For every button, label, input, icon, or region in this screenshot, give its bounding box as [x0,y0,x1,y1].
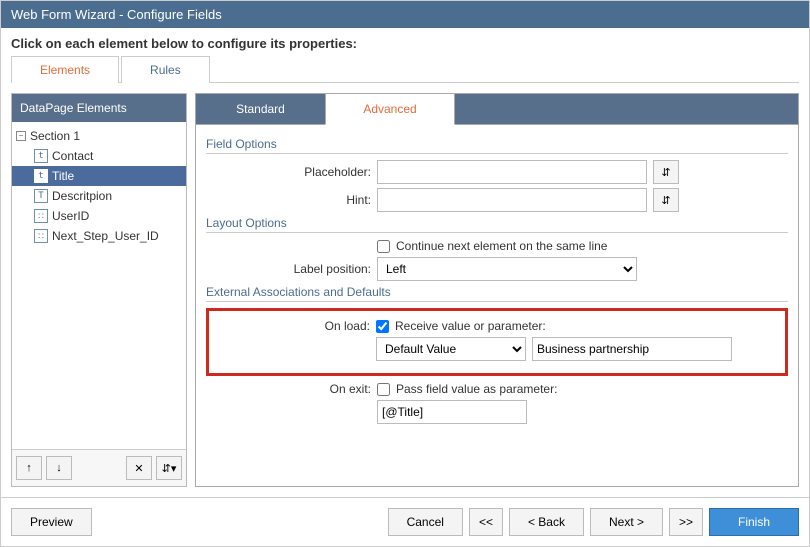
tab-advanced[interactable]: Advanced [325,93,455,125]
labelposition-label: Label position: [206,262,371,276]
tree-item-label: UserID [52,209,89,223]
placeholder-label: Placeholder: [206,165,371,179]
sidebar-header: DataPage Elements [12,94,186,122]
continue-label: Continue next element on the same line [396,239,607,253]
tree-item-title[interactable]: t Title [12,166,186,186]
tree-item-userid[interactable]: ∷ UserID [12,206,186,226]
onload-highlight-box: On load: Receive value or parameter: Def… [206,308,788,376]
collapse-icon[interactable]: − [16,131,26,141]
placeholder-input[interactable] [377,160,647,184]
insert-menu-button[interactable]: ⇵▾ [156,456,182,480]
tab-rules[interactable]: Rules [121,56,210,83]
pass-label: Pass field value as parameter: [396,382,557,396]
elements-tree: − Section 1 t Contact t Title T Descritp… [12,122,186,449]
insert-param-icon: ⇵ [661,166,670,179]
instructions-text: Click on each element below to configure… [1,28,809,55]
last-button[interactable]: >> [669,508,703,536]
text-field-icon: t [34,169,48,183]
tree-item-label: Contact [52,149,93,163]
first-button[interactable]: << [469,508,503,536]
config-panel: Standard Advanced Field Options Placehol… [195,93,799,487]
receive-label: Receive value or parameter: [395,319,546,333]
tab-filler [455,93,799,125]
tree-item-label: Descritpion [52,189,112,203]
hint-input[interactable] [377,188,647,212]
delete-button[interactable]: ✕ [126,456,152,480]
move-up-button[interactable]: ↑ [16,456,42,480]
hint-label: Hint: [206,193,371,207]
finish-button[interactable]: Finish [709,508,799,536]
placeholder-insert-button[interactable]: ⇵ [653,160,679,184]
main-tabs: Elements Rules [11,55,799,83]
onload-label: On load: [215,319,370,333]
section-field-options: Field Options [206,137,788,154]
insert-param-icon: ⇵ [661,194,670,207]
cancel-button[interactable]: Cancel [388,508,463,536]
window-title: Web Form Wizard - Configure Fields [1,1,809,28]
config-tabs: Standard Advanced [195,93,799,125]
pass-checkbox[interactable] [377,383,390,396]
tab-elements[interactable]: Elements [11,56,119,83]
insert-icon: ⇵▾ [162,462,177,475]
default-value-input[interactable] [532,337,732,361]
variable-field-icon: ∷ [34,209,48,223]
receive-checkbox[interactable] [376,320,389,333]
next-button[interactable]: Next > [590,508,663,536]
text-field-icon: t [34,149,48,163]
sidebar-button-bar: ↑ ↓ ✕ ⇵▾ [12,449,186,486]
tree-item-label: Next_Step_User_ID [52,229,159,243]
back-button[interactable]: < Back [509,508,584,536]
arrow-up-icon: ↑ [26,462,32,474]
section-external-assoc: External Associations and Defaults [206,285,788,302]
arrow-down-icon: ↓ [56,462,62,474]
onexit-label: On exit: [206,382,371,396]
elements-sidebar: DataPage Elements − Section 1 t Contact … [11,93,187,487]
move-down-button[interactable]: ↓ [46,456,72,480]
pass-param-input[interactable] [377,400,527,424]
tab-standard[interactable]: Standard [195,93,325,125]
continue-checkbox[interactable] [377,240,390,253]
hint-insert-button[interactable]: ⇵ [653,188,679,212]
wizard-footer: Preview Cancel << < Back Next > >> Finis… [1,497,809,546]
close-icon: ✕ [134,462,143,475]
tree-section[interactable]: − Section 1 [12,126,186,146]
tree-section-label: Section 1 [30,129,80,143]
source-type-select[interactable]: Default Value [376,337,526,361]
tree-item-label: Title [52,169,74,183]
textarea-field-icon: T [34,189,48,203]
section-layout-options: Layout Options [206,216,788,233]
preview-button[interactable]: Preview [11,508,92,536]
tree-item-nextstep[interactable]: ∷ Next_Step_User_ID [12,226,186,246]
variable-field-icon: ∷ [34,229,48,243]
tree-item-description[interactable]: T Descritpion [12,186,186,206]
labelposition-select[interactable]: Left [377,257,637,281]
tree-item-contact[interactable]: t Contact [12,146,186,166]
